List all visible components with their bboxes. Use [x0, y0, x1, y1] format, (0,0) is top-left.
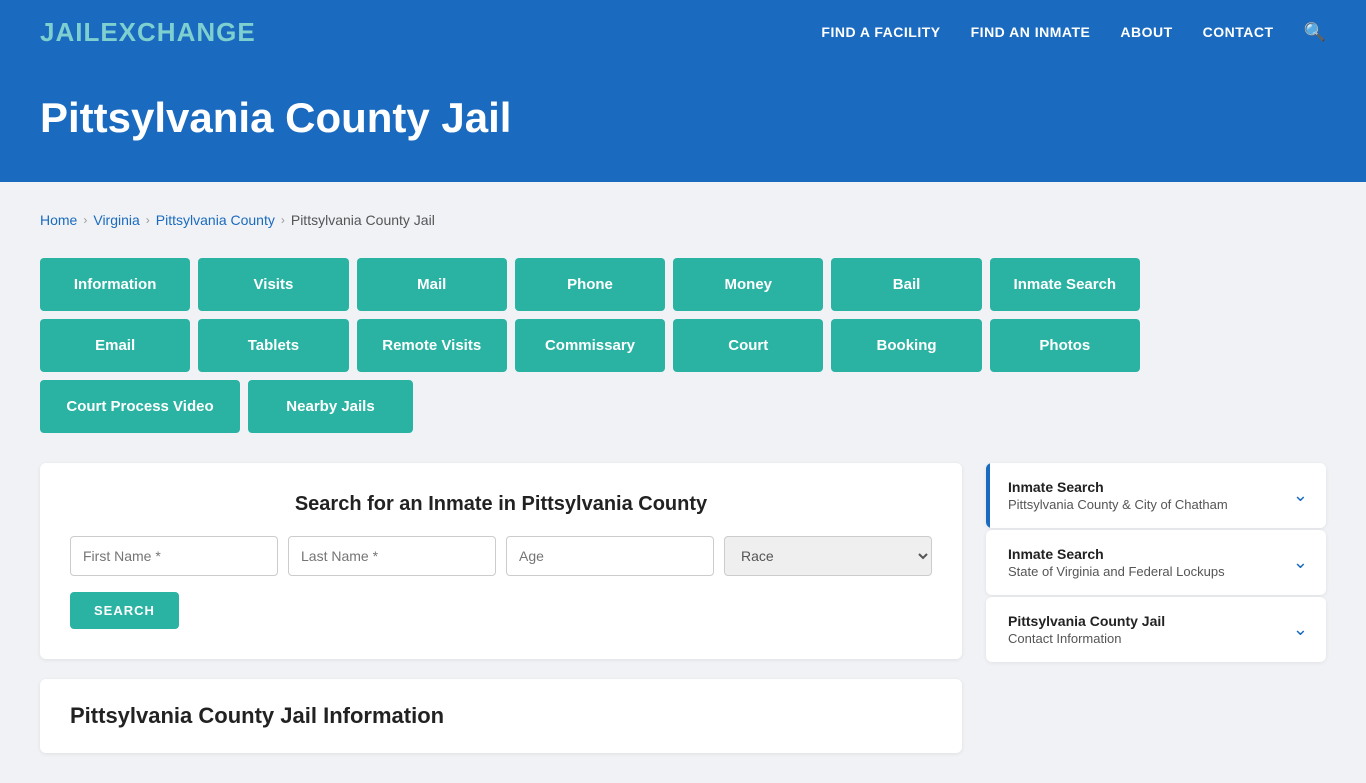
logo-jail: JAIL — [40, 17, 100, 47]
breadcrumb-virginia[interactable]: Virginia — [93, 212, 139, 228]
search-icon[interactable]: 🔍 — [1304, 22, 1326, 43]
category-button-grid: Information Visits Mail Phone Money Bail… — [40, 258, 1140, 433]
chevron-down-icon-2: ⌄ — [1293, 552, 1308, 573]
sidebar-card-contact: Pittsylvania County Jail Contact Informa… — [986, 597, 1326, 662]
breadcrumb-sep-2: › — [146, 213, 150, 227]
btn-photos[interactable]: Photos — [990, 319, 1140, 372]
nav-contact[interactable]: CONTACT — [1203, 24, 1274, 40]
breadcrumb-current: Pittsylvania County Jail — [291, 212, 435, 228]
age-input[interactable] — [506, 536, 714, 576]
search-panel: Search for an Inmate in Pittsylvania Cou… — [40, 463, 962, 659]
chevron-down-icon: ⌄ — [1293, 485, 1308, 506]
btn-visits[interactable]: Visits — [198, 258, 348, 311]
btn-commissary[interactable]: Commissary — [515, 319, 665, 372]
first-name-input[interactable] — [70, 536, 278, 576]
breadcrumb-sep-3: › — [281, 213, 285, 227]
nav-find-facility[interactable]: FIND A FACILITY — [821, 24, 940, 40]
chevron-down-icon-3: ⌄ — [1293, 619, 1308, 640]
navbar: JAILEXCHANGE FIND A FACILITY FIND AN INM… — [0, 0, 1366, 64]
btn-nearby-jails[interactable]: Nearby Jails — [248, 380, 413, 433]
main-content: Home › Virginia › Pittsylvania County › … — [0, 182, 1366, 783]
btn-court-process-video[interactable]: Court Process Video — [40, 380, 240, 433]
breadcrumb: Home › Virginia › Pittsylvania County › … — [40, 212, 1326, 228]
sidebar-panel: Inmate Search Pittsylvania County & City… — [986, 463, 1326, 664]
btn-remote-visits[interactable]: Remote Visits — [357, 319, 507, 372]
sidebar-card-virginia-subtitle: State of Virginia and Federal Lockups — [1008, 564, 1225, 579]
logo-exchange: EXCHANGE — [100, 17, 255, 47]
hero-section: Pittsylvania County Jail — [0, 64, 1366, 182]
sidebar-card-pittsylvania-subtitle: Pittsylvania County & City of Chatham — [1008, 497, 1228, 512]
race-select[interactable]: Race White Black Hispanic Asian Other — [724, 536, 932, 576]
sidebar-card-contact-text: Pittsylvania County Jail Contact Informa… — [1008, 613, 1165, 646]
sidebar-card-pittsylvania-header[interactable]: Inmate Search Pittsylvania County & City… — [986, 463, 1326, 528]
page-title: Pittsylvania County Jail — [40, 94, 1326, 142]
search-button[interactable]: SEARCH — [70, 592, 179, 629]
btn-booking[interactable]: Booking — [831, 319, 981, 372]
nav-links: FIND A FACILITY FIND AN INMATE ABOUT CON… — [821, 22, 1326, 43]
search-fields: Race White Black Hispanic Asian Other — [70, 536, 932, 576]
page-info-title: Pittsylvania County Jail Information — [70, 703, 932, 729]
sidebar-card-contact-title: Pittsylvania County Jail — [1008, 613, 1165, 629]
sidebar-card-contact-header[interactable]: Pittsylvania County Jail Contact Informa… — [986, 597, 1326, 662]
btn-money[interactable]: Money — [673, 258, 823, 311]
search-panel-title: Search for an Inmate in Pittsylvania Cou… — [70, 493, 932, 516]
sidebar-card-pittsylvania: Inmate Search Pittsylvania County & City… — [986, 463, 1326, 528]
btn-inmate-search[interactable]: Inmate Search — [990, 258, 1140, 311]
breadcrumb-sep-1: › — [83, 213, 87, 227]
sidebar-card-virginia-title: Inmate Search — [1008, 546, 1225, 562]
nav-about[interactable]: ABOUT — [1120, 24, 1172, 40]
logo[interactable]: JAILEXCHANGE — [40, 17, 256, 48]
btn-email[interactable]: Email — [40, 319, 190, 372]
two-column-layout: Search for an Inmate in Pittsylvania Cou… — [40, 463, 1326, 753]
btn-tablets[interactable]: Tablets — [198, 319, 348, 372]
page-info-section: Pittsylvania County Jail Information — [40, 679, 962, 753]
sidebar-card-pittsylvania-text: Inmate Search Pittsylvania County & City… — [1008, 479, 1228, 512]
last-name-input[interactable] — [288, 536, 496, 576]
left-column: Search for an Inmate in Pittsylvania Cou… — [40, 463, 962, 753]
btn-bail[interactable]: Bail — [831, 258, 981, 311]
btn-phone[interactable]: Phone — [515, 258, 665, 311]
sidebar-card-virginia: Inmate Search State of Virginia and Fede… — [986, 530, 1326, 595]
breadcrumb-home[interactable]: Home — [40, 212, 77, 228]
btn-information[interactable]: Information — [40, 258, 190, 311]
sidebar-card-virginia-text: Inmate Search State of Virginia and Fede… — [1008, 546, 1225, 579]
btn-court[interactable]: Court — [673, 319, 823, 372]
sidebar-card-pittsylvania-title: Inmate Search — [1008, 479, 1228, 495]
sidebar-card-contact-subtitle: Contact Information — [1008, 631, 1165, 646]
sidebar-card-virginia-header[interactable]: Inmate Search State of Virginia and Fede… — [986, 530, 1326, 595]
nav-find-inmate[interactable]: FIND AN INMATE — [971, 24, 1091, 40]
breadcrumb-pittsylvania-county[interactable]: Pittsylvania County — [156, 212, 275, 228]
btn-mail[interactable]: Mail — [357, 258, 507, 311]
